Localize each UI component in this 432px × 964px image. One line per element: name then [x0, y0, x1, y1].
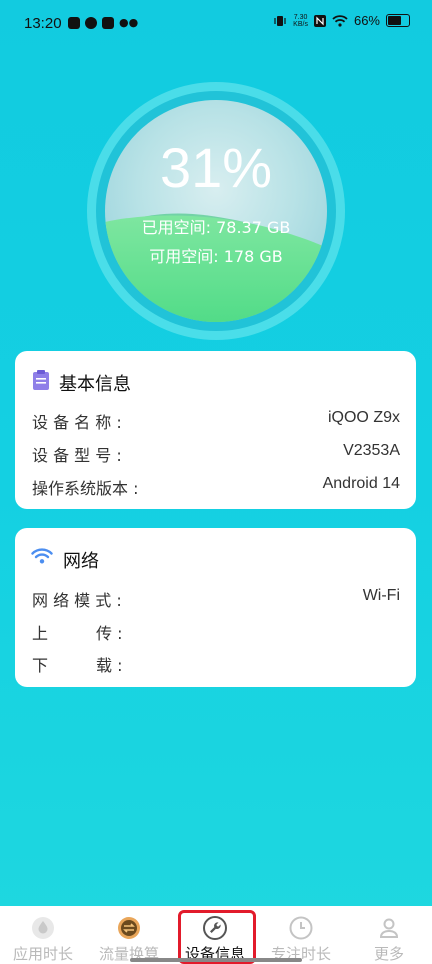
storage-percent: 31% [159, 136, 273, 199]
used-space-label: 已用空间: [141, 218, 212, 237]
nfc-icon [313, 14, 326, 27]
tab-label: 应用时长 [12, 945, 73, 963]
device-model-value: V2353A [343, 442, 400, 459]
home-indicator[interactable] [130, 958, 302, 962]
leaf-app-icon [85, 17, 97, 29]
network-mode-value: Wi-Fi [362, 587, 400, 604]
tab-traffic-convert[interactable]: 流量换算 [86, 906, 172, 964]
person-icon [379, 918, 399, 938]
status-right: 7.30 KB/s 66% [273, 13, 410, 28]
card-title: 网络 [63, 551, 99, 572]
network-card: 网络 网 络 模 式 : Wi-Fi 上 传 : 下 载 : [15, 528, 416, 687]
status-time: 13:20 [24, 15, 62, 32]
os-version-label: 操作系统版本 : [32, 479, 139, 498]
wifi-status-icon [332, 14, 348, 27]
tab-label: 更多 [373, 945, 404, 963]
battery-icon [386, 14, 410, 27]
clipboard-icon [33, 370, 49, 390]
battery-percent: 66% [353, 13, 380, 28]
mail-app-icon [102, 17, 114, 29]
status-bar: 13:20 ●● 7.30 KB/s 66% [0, 0, 432, 50]
tab-more[interactable]: 更多 [346, 906, 432, 964]
basic-info-card: 基本信息 设 备 名 称 : iQOO Z9x 设 备 型 号 : V2353A… [15, 351, 416, 509]
free-space: 可用空间: 178 GB [105, 243, 327, 267]
wechat-icon: ●● [119, 16, 139, 29]
exchange-icon [118, 917, 140, 939]
os-version-value: Android 14 [322, 475, 400, 492]
active-tab-highlight [178, 910, 256, 964]
notification-icons: ●● [68, 17, 138, 29]
upload-label: 上 传 : [32, 624, 123, 643]
download-label: 下 载 : [32, 656, 123, 675]
device-name-value: iQOO Z9x [327, 409, 400, 426]
used-space-value: 78.37 GB [216, 218, 291, 237]
vibrate-icon [274, 15, 286, 26]
play-app-icon [68, 17, 80, 29]
network-mode-label: 网 络 模 式 : [32, 591, 122, 610]
free-space-value: 178 GB [223, 247, 283, 266]
storage-gauge [105, 100, 327, 322]
device-model-label: 设 备 型 号 : [32, 446, 122, 465]
droplet-icon [32, 917, 54, 939]
wifi-icon [31, 548, 53, 564]
tab-app-usage[interactable]: 应用时长 [0, 906, 86, 964]
storage-wave [105, 213, 327, 322]
net-speed: 7.30 KB/s [293, 13, 308, 28]
card-title: 基本信息 [59, 374, 131, 395]
free-space-label: 可用空间: [149, 247, 219, 266]
used-space: 已用空间: 78.37 GB [105, 214, 327, 238]
device-name-label: 设 备 名 称 : [32, 413, 122, 432]
tab-focus-time[interactable]: 专注时长 [258, 906, 344, 964]
clock-icon [289, 916, 313, 940]
